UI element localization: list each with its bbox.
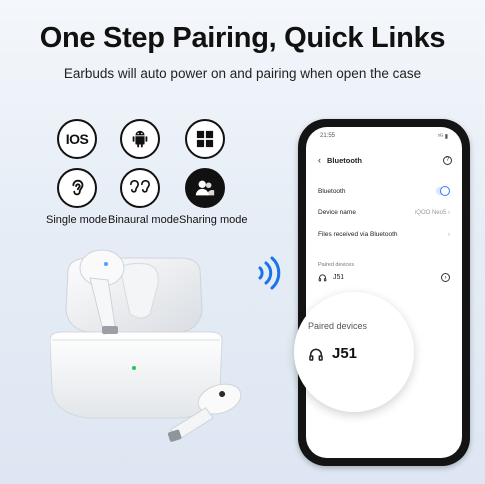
sharing-mode-label: Sharing mode <box>179 214 248 226</box>
status-indicators: ⁵ᴳ ▮ <box>437 134 448 140</box>
files-received-label: Files received via Bluetooth <box>318 231 398 238</box>
binaural-mode-feature <box>110 158 170 218</box>
files-received-row[interactable]: Files received via Bluetooth › <box>318 231 450 238</box>
callout-title: Paired devices <box>308 321 368 331</box>
status-time: 21:55 <box>320 133 336 139</box>
chevron-right-icon: › <box>448 231 450 238</box>
paired-devices-callout: Paired devices J51 <box>294 292 414 412</box>
sharing-icon <box>185 168 225 208</box>
phone-screen: 21:55 ⁵ᴳ ▮ ‹ Bluetooth ? Bluetooth Devic… <box>306 127 462 458</box>
binaural-icon <box>120 168 160 208</box>
headline: One Step Pairing, Quick Links <box>39 22 446 54</box>
ios-icon: IOS <box>57 119 97 159</box>
device-settings-icon[interactable]: › <box>441 273 450 282</box>
device-name-value: iQOO Neo5 <box>414 209 447 216</box>
binaural-mode-label: Binaural mode <box>108 214 179 226</box>
bluetooth-toggle-row[interactable]: Bluetooth <box>318 186 450 196</box>
paired-devices-header: Paired devices <box>318 262 355 268</box>
back-icon[interactable]: ‹ <box>318 155 321 165</box>
bluetooth-label: Bluetooth <box>318 187 346 195</box>
bluetooth-nav-bar: ‹ Bluetooth ? <box>318 155 452 165</box>
headphones-icon <box>309 348 323 361</box>
status-bar: 21:55 ⁵ᴳ ▮ <box>320 133 448 140</box>
device-name-label: Device name <box>318 209 356 216</box>
device-name-row[interactable]: Device name iQOO Neo5 › <box>318 209 450 216</box>
android-icon <box>120 119 160 159</box>
single-ear-icon <box>57 168 97 208</box>
callout-device-row: J51 <box>308 345 357 362</box>
windows-icon <box>185 119 225 159</box>
callout-device-name: J51 <box>332 345 358 362</box>
single-mode-label: Single mode <box>46 214 108 226</box>
help-icon[interactable]: ? <box>443 155 452 165</box>
subline: Earbuds will auto power on and pairing w… <box>63 66 422 81</box>
screen-title: Bluetooth <box>327 155 362 165</box>
single-mode-feature <box>47 158 107 218</box>
sharing-mode-feature <box>175 158 235 218</box>
bluetooth-toggle[interactable] <box>436 186 450 196</box>
phone-mockup: 21:55 ⁵ᴳ ▮ ‹ Bluetooth ? Bluetooth Devic… <box>298 119 470 466</box>
earbuds-case-image <box>50 249 242 442</box>
headphones-icon <box>318 274 327 282</box>
